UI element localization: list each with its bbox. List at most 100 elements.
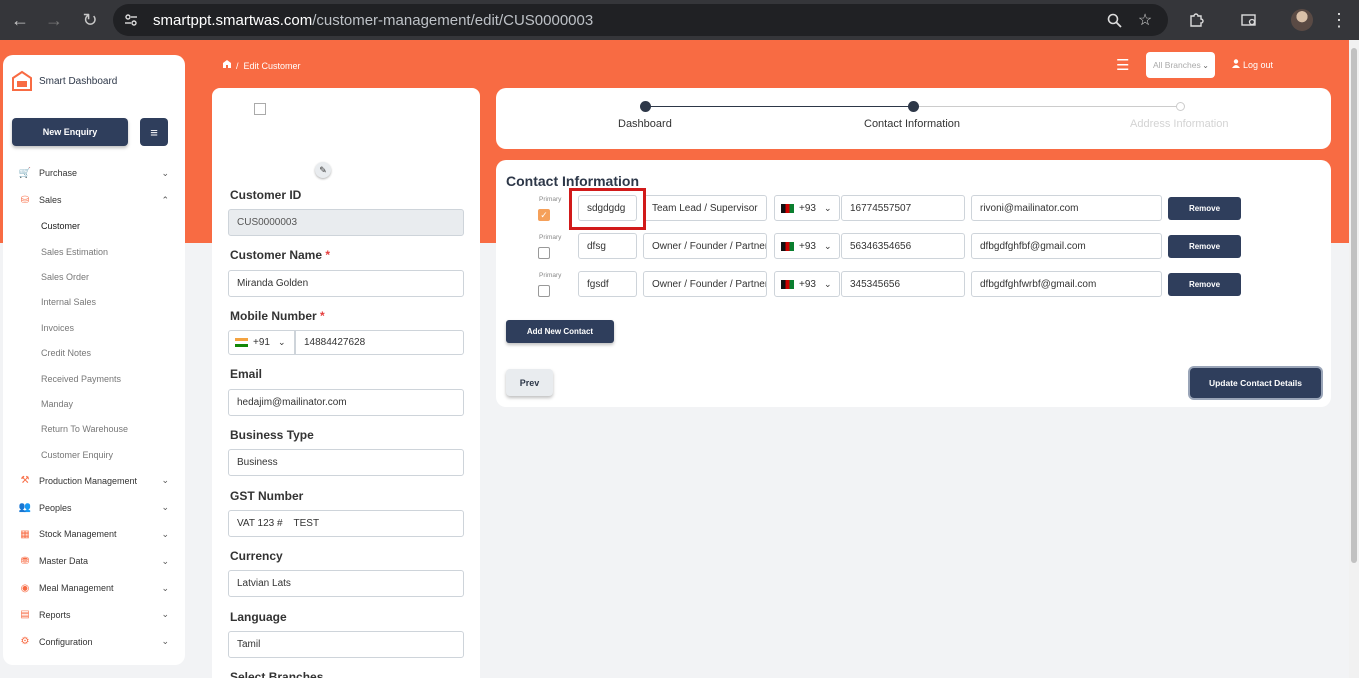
stock-icon: ▦ xyxy=(20,528,30,540)
contact-name-field[interactable]: fgsdf xyxy=(578,271,637,297)
contact-role-field[interactable]: Owner / Founder / Partner xyxy=(643,233,767,259)
sidebar-item-meal-management[interactable]: ◉ Meal Management ⌄ xyxy=(3,575,185,602)
chevron-down-icon: ⌄ xyxy=(161,609,169,620)
sidebar-item-production-management[interactable]: ⚒ Production Management ⌄ xyxy=(3,468,185,495)
sidebar-sub-customer[interactable]: Customer xyxy=(3,214,185,239)
contact-country-code-select[interactable]: +93 ⌄ xyxy=(774,195,840,221)
broken-image-icon xyxy=(254,103,266,115)
email-label: Email xyxy=(230,367,263,381)
sidebar-item-configuration[interactable]: ⚙ Configuration ⌄ xyxy=(3,628,185,655)
sidebar-sub-internal-sales[interactable]: Internal Sales xyxy=(3,290,185,315)
sidebar-item-reports[interactable]: ▤ Reports ⌄ xyxy=(3,601,185,628)
gst-number-field[interactable]: VAT 123 # TEST xyxy=(228,510,464,537)
extensions-icon[interactable] xyxy=(1185,9,1207,31)
add-new-contact-button[interactable]: Add New Contact xyxy=(506,320,614,343)
sidebar-sub-return-to-warehouse[interactable]: Return To Warehouse xyxy=(3,417,185,442)
sidebar-sub-manday[interactable]: Manday xyxy=(3,391,185,416)
new-enquiry-button[interactable]: New Enquiry xyxy=(12,118,128,146)
step-address-information[interactable]: Address Information xyxy=(1130,118,1228,130)
contact-email-field[interactable]: rivoni@mailinator.com xyxy=(971,195,1162,221)
cart-icon: 🛒 xyxy=(18,167,32,179)
sidebar-sub-customer-enquiry[interactable]: Customer Enquiry xyxy=(3,442,185,467)
currency-field[interactable]: Latvian Lats xyxy=(228,570,464,597)
primary-checkbox[interactable] xyxy=(538,285,550,297)
business-type-label: Business Type xyxy=(230,428,314,442)
step-dot-contact xyxy=(908,101,919,112)
profile-avatar[interactable] xyxy=(1291,9,1313,31)
contact-role-field[interactable]: Owner / Founder / Partner xyxy=(643,271,767,297)
back-icon[interactable]: ← xyxy=(8,8,32,32)
contact-email-field[interactable]: dfbgdfghfbf@gmail.com xyxy=(971,233,1162,259)
step-dashboard[interactable]: Dashboard xyxy=(618,118,672,130)
store-logo-icon xyxy=(11,70,33,92)
user-icon xyxy=(1232,59,1240,70)
sidebar-sub-sales-estimation[interactable]: Sales Estimation xyxy=(3,239,185,264)
chevron-down-icon: ⌄ xyxy=(161,502,169,513)
step-dot-dashboard xyxy=(640,101,651,112)
factory-icon: ⚒ xyxy=(20,475,30,487)
sidebar-item-stock-management[interactable]: ▦ Stock Management ⌄ xyxy=(3,521,185,548)
primary-label: Primary xyxy=(539,272,562,279)
contact-phone-field[interactable]: 345345656 xyxy=(841,271,965,297)
sidebar-menu-button[interactable]: ≡ xyxy=(140,118,168,146)
bookmark-star-icon[interactable]: ☆ xyxy=(1134,9,1156,31)
sidebar-item-master-data[interactable]: ⛃ Master Data ⌄ xyxy=(3,548,185,575)
sidebar-item-purchase[interactable]: 🛒 Purchase ⌄ xyxy=(3,160,185,187)
contact-role-field[interactable]: Team Lead / Supervisor xyxy=(643,195,767,221)
contact-phone-field[interactable]: 56346354656 xyxy=(841,233,965,259)
email-field[interactable]: hedajim@mailinator.com xyxy=(228,389,464,416)
step-contact-information[interactable]: Contact Information xyxy=(864,118,960,130)
contact-email-field[interactable]: dfbgdfghfwrbf@gmail.com xyxy=(971,271,1162,297)
site-info-icon[interactable] xyxy=(117,6,145,34)
primary-checkbox[interactable] xyxy=(538,247,550,259)
chevron-down-icon: ⌄ xyxy=(823,240,832,251)
logout-link[interactable]: Log out xyxy=(1232,59,1273,70)
zoom-icon[interactable] xyxy=(1103,9,1125,31)
chevron-down-icon: ⌄ xyxy=(161,528,169,539)
update-contact-details-button[interactable]: Update Contact Details xyxy=(1190,368,1321,398)
address-bar[interactable]: smartppt.smartwas.com/customer-managemen… xyxy=(113,4,1168,36)
chevron-down-icon: ⌄ xyxy=(823,202,832,213)
mobile-number-field[interactable]: 14884427628 xyxy=(295,330,464,355)
chevron-down-icon: ⌄ xyxy=(161,167,169,178)
tab-search-icon[interactable] xyxy=(1238,9,1260,31)
chevron-down-icon: ⌄ xyxy=(161,582,169,593)
contact-country-code-select[interactable]: +93 ⌄ xyxy=(774,271,840,297)
people-icon: 👥 xyxy=(18,502,32,514)
edit-pencil-icon[interactable]: ✎ xyxy=(315,162,331,178)
primary-checkbox[interactable]: ✓ xyxy=(538,209,550,221)
sidebar-sub-invoices[interactable]: Invoices xyxy=(3,315,185,340)
menu-toggle-icon[interactable]: ☰ xyxy=(1116,56,1129,74)
sidebar-item-sales[interactable]: ⛁ Sales ⌃ xyxy=(3,187,185,214)
contact-name-field[interactable]: dfsg xyxy=(578,233,637,259)
business-type-field[interactable]: Business xyxy=(228,449,464,476)
sidebar-sub-credit-notes[interactable]: Credit Notes xyxy=(3,341,185,366)
contact-country-code-select[interactable]: +93 ⌄ xyxy=(774,233,840,259)
branch-select[interactable]: All Branches ⌄ xyxy=(1146,52,1215,78)
contact-phone-field[interactable]: 16774557507 xyxy=(841,195,965,221)
breadcrumb: / Edit Customer xyxy=(222,59,301,72)
mobile-country-code-select[interactable]: +91 ⌄ xyxy=(228,330,295,355)
reload-icon[interactable]: ↻ xyxy=(78,8,102,32)
prev-button[interactable]: Prev xyxy=(506,369,553,396)
brand[interactable]: Smart Dashboard xyxy=(3,55,185,95)
afghanistan-flag-icon xyxy=(781,279,794,289)
remove-contact-button[interactable]: Remove xyxy=(1168,273,1241,296)
home-icon[interactable] xyxy=(222,59,232,72)
language-field[interactable]: Tamil xyxy=(228,631,464,658)
sidebar-item-peoples[interactable]: 👥 Peoples ⌄ xyxy=(3,494,185,521)
customer-id-label: Customer ID xyxy=(230,188,302,202)
sidebar-sub-received-payments[interactable]: Received Payments xyxy=(3,366,185,391)
meal-icon: ◉ xyxy=(20,582,30,594)
afghanistan-flag-icon xyxy=(781,241,794,251)
remove-contact-button[interactable]: Remove xyxy=(1168,235,1241,258)
customer-name-field[interactable]: Miranda Golden xyxy=(228,270,464,297)
page-scrollbar[interactable] xyxy=(1349,40,1359,678)
remove-contact-button[interactable]: Remove xyxy=(1168,197,1241,220)
forward-icon[interactable]: → xyxy=(42,8,66,32)
customer-id-field: CUS0000003 xyxy=(228,209,464,236)
browser-toolbar: ← → ↻ smartppt.smartwas.com/customer-man… xyxy=(0,0,1359,40)
sidebar-sub-sales-order[interactable]: Sales Order xyxy=(3,264,185,289)
browser-menu-icon[interactable]: ⋮ xyxy=(1328,9,1350,31)
chevron-down-icon: ⌄ xyxy=(277,337,286,347)
